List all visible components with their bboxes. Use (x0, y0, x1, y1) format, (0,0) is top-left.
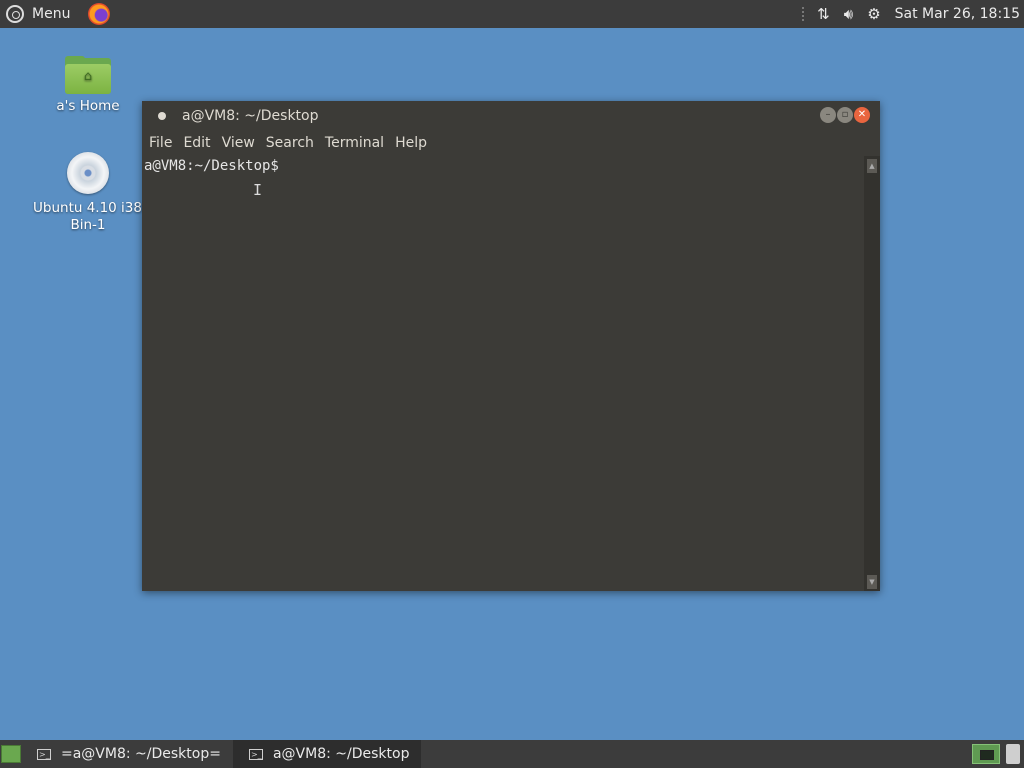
network-updown-icon[interactable]: ⇅ (817, 5, 830, 23)
menu-file[interactable]: File (149, 135, 172, 151)
maximize-button[interactable]: ▫ (837, 107, 853, 123)
desktop-icon-cdrom[interactable]: Ubuntu 4.10 i386 Bin-1 (33, 152, 151, 234)
taskbar-item-terminal-1[interactable]: >_ =a@VM8: ~/Desktop= (21, 740, 233, 768)
firefox-icon[interactable] (88, 3, 111, 25)
terminal-icon: >_ (248, 748, 263, 760)
menu-label: Menu (32, 6, 71, 22)
taskbar-item-terminal-2[interactable]: >_ a@VM8: ~/Desktop (232, 740, 422, 768)
scroll-down-arrow-icon[interactable]: ▼ (867, 575, 877, 589)
terminal-prompt: a@VM8:~/Desktop$ (144, 158, 279, 174)
show-desktop-icon[interactable] (1, 745, 21, 763)
terminal-icon: >_ (37, 748, 51, 760)
terminal-titlebar[interactable]: a@VM8: ~/Desktop – ▫ ✕ (142, 101, 880, 130)
workspace-switcher-icon[interactable] (972, 744, 1000, 764)
menu-button[interactable]: Menu (0, 0, 76, 28)
minimize-button[interactable]: – (820, 107, 836, 123)
taskbar-item-label: a@VM8: ~/Desktop (272, 746, 410, 762)
terminal-output-area[interactable]: a@VM8:~/Desktop$ (142, 156, 864, 591)
gear-icon[interactable]: ⚙ (867, 5, 880, 23)
home-folder-icon: ⌂ (65, 56, 111, 94)
bottom-panel: >_ =a@VM8: ~/Desktop= >_ a@VM8: ~/Deskto… (0, 740, 1024, 768)
scroll-up-arrow-icon[interactable]: ▲ (867, 159, 877, 173)
volume-icon[interactable]: 🔊︎ (844, 5, 853, 23)
menu-search[interactable]: Search (266, 135, 314, 151)
clock[interactable]: Sat Mar 26, 18:15 (895, 6, 1020, 22)
terminal-menubar: File Edit View Search Terminal Help (142, 130, 880, 156)
menu-edit[interactable]: Edit (183, 135, 210, 151)
ibeam-cursor-icon: I (253, 181, 263, 199)
menu-view[interactable]: View (222, 135, 255, 151)
top-panel: Menu ⇅ 🔊︎ ⚙ Sat Mar 26, 18:15 (0, 0, 1024, 28)
menu-help[interactable]: Help (395, 135, 427, 151)
close-button[interactable]: ✕ (854, 107, 870, 123)
trash-icon[interactable] (1006, 744, 1020, 764)
menu-terminal[interactable]: Terminal (325, 135, 384, 151)
desktop-icon-cdrom-label-line1: Ubuntu 4.10 i386 (33, 200, 151, 216)
cd-disc-icon (67, 152, 109, 194)
window-menu-icon[interactable] (158, 111, 166, 120)
desktop-icon-home-label: a's Home (56, 98, 120, 114)
terminal-window: a@VM8: ~/Desktop – ▫ ✕ File Edit View Se… (142, 101, 880, 591)
ubuntu-logo-icon (6, 5, 24, 23)
taskbar-item-label: =a@VM8: ~/Desktop= (61, 746, 221, 762)
desktop-icon-cdrom-label-line2: Bin-1 (70, 217, 106, 233)
tray-separator (802, 7, 805, 21)
terminal-title: a@VM8: ~/Desktop (182, 107, 319, 124)
system-tray: ⇅ 🔊︎ ⚙ Sat Mar 26, 18:15 (802, 0, 1024, 28)
terminal-scrollbar[interactable]: ▲ ▼ (864, 156, 880, 591)
desktop-icon-home[interactable]: ⌂ a's Home (33, 56, 143, 115)
